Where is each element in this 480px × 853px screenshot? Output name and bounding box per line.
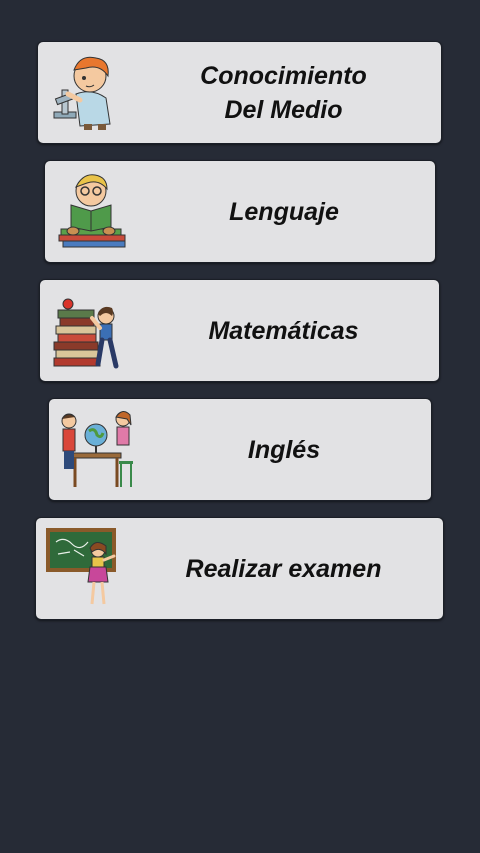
menu-item-label: Conocimiento Del Medio	[200, 61, 367, 124]
menu-item-label: Realizar examen	[185, 554, 382, 583]
menu-item-label: Inglés	[247, 435, 321, 464]
menu-item-label: Lenguaje	[229, 197, 339, 226]
teacher-chalkboard-icon	[44, 526, 126, 610]
menu-item-lenguaje[interactable]: Lenguaje	[44, 160, 436, 263]
menu-item-ingles[interactable]: Inglés	[48, 398, 432, 501]
kid-stacked-books-icon	[48, 288, 130, 372]
kid-reading-book-icon	[53, 169, 135, 253]
scientist-kid-microscope-icon	[46, 50, 128, 134]
menu-item-conocimiento-del-medio[interactable]: Conocimiento Del Medio	[37, 41, 442, 144]
menu-item-realizar-examen[interactable]: Realizar examen	[35, 517, 444, 620]
menu-item-matematicas[interactable]: Matemáticas	[39, 279, 440, 382]
kids-globe-desk-icon	[57, 407, 139, 491]
menu-item-label: Matemáticas	[208, 316, 359, 345]
